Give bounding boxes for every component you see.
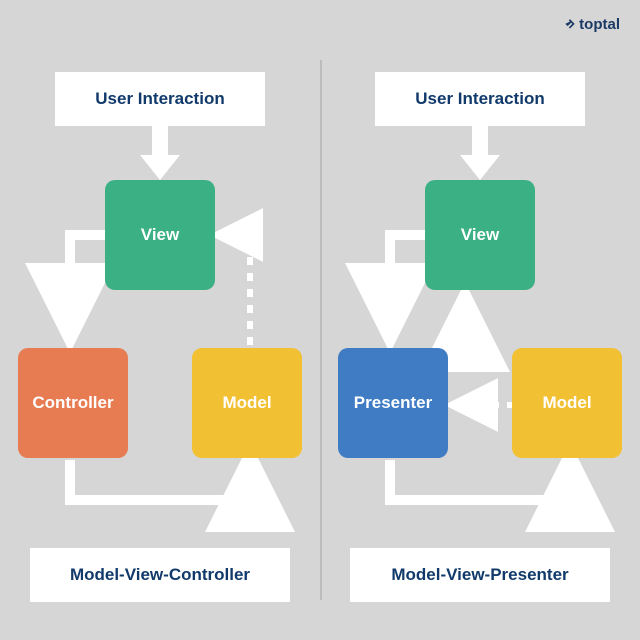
mvc-view-label: View: [141, 225, 179, 245]
mvc-title-box: Model-View-Controller: [30, 548, 290, 602]
mvp-user-interaction-label: User Interaction: [415, 89, 544, 109]
mvc-model-label: Model: [222, 393, 271, 413]
mvc-controller-node: Controller: [18, 348, 128, 458]
mvp-presenter-label: Presenter: [354, 393, 432, 413]
mvp-presenter-node: Presenter: [338, 348, 448, 458]
mvc-view-node: View: [105, 180, 215, 290]
mvp-model-label: Model: [542, 393, 591, 413]
mvp-user-interaction-box: User Interaction: [375, 72, 585, 126]
mvc-model-node: Model: [192, 348, 302, 458]
mvp-title-box: Model-View-Presenter: [350, 548, 610, 602]
mvc-panel: User Interaction View Controller Model M…: [0, 0, 320, 640]
mvp-view-node: View: [425, 180, 535, 290]
mvp-title-label: Model-View-Presenter: [391, 565, 568, 585]
mvp-panel: User Interaction View Presenter Model Mo…: [320, 0, 640, 640]
mvc-user-interaction-box: User Interaction: [55, 72, 265, 126]
mvc-controller-label: Controller: [32, 393, 113, 413]
mvp-view-label: View: [461, 225, 499, 245]
mvc-title-label: Model-View-Controller: [70, 565, 250, 585]
mvc-user-interaction-label: User Interaction: [95, 89, 224, 109]
mvp-model-node: Model: [512, 348, 622, 458]
